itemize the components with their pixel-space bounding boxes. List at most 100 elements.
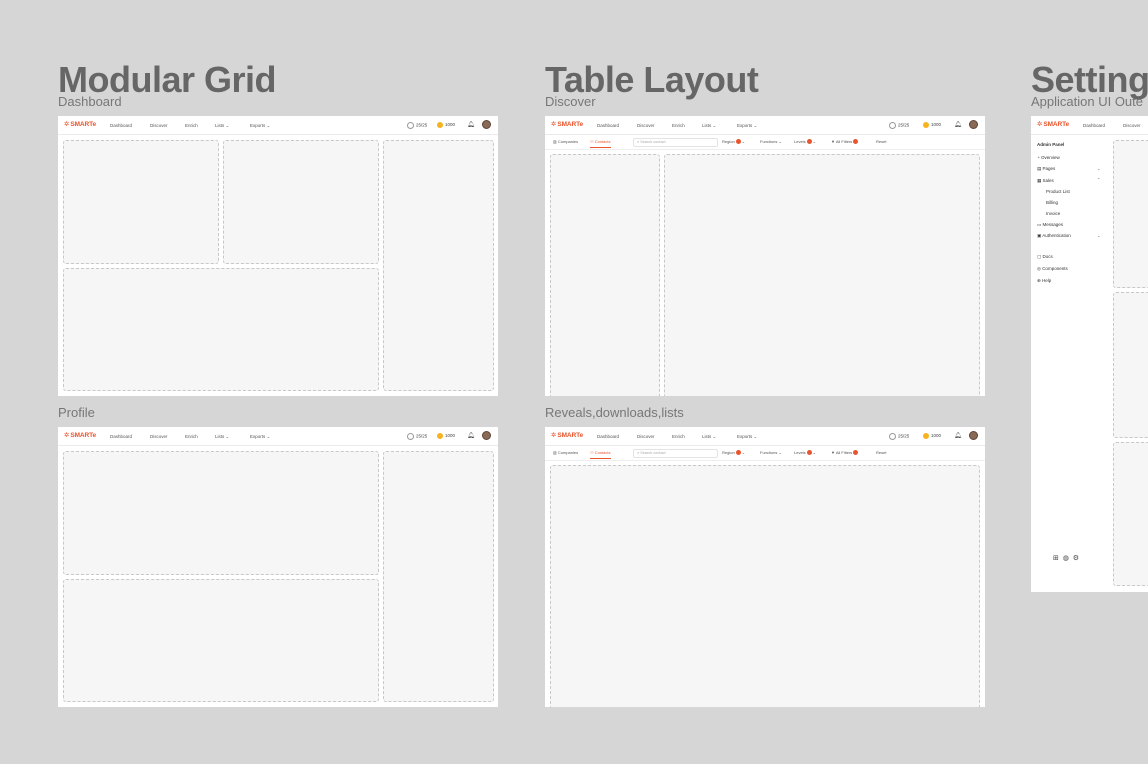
avatar[interactable] bbox=[969, 431, 978, 440]
globe-icon[interactable]: ◍ bbox=[1063, 555, 1069, 562]
sidebar-item-billing[interactable]: Billing bbox=[1046, 200, 1058, 205]
smarte-logo[interactable]: ✲SMARTe bbox=[64, 431, 96, 439]
tab-companies-label: Companies bbox=[557, 450, 579, 455]
profile-frame: ✲SMARTe Dashboard Discover Enrich Lists … bbox=[58, 427, 498, 707]
nav-dashboard[interactable]: Dashboard bbox=[110, 434, 132, 439]
filter-levels[interactable]: Levels ⌄ bbox=[794, 450, 816, 456]
sidebar-item-docs-label: Docs bbox=[1042, 254, 1053, 259]
section-title-setting: Setting bbox=[1031, 59, 1148, 100]
smarte-logo[interactable]: ✲SMARTe bbox=[551, 120, 583, 128]
section-subtitle-application: Application UI Oute bbox=[1031, 94, 1144, 109]
search-placeholder: Search contact bbox=[640, 451, 666, 455]
sidebar-item-sales[interactable]: ▦ Sales bbox=[1037, 178, 1054, 184]
tab-contacts-label: Contacts bbox=[594, 450, 611, 455]
tab-companies[interactable]: ▥ Companies bbox=[553, 139, 578, 144]
top-navbar: ✲SMARTe Dashboard Discover bbox=[1031, 116, 1148, 135]
grid-panel-2 bbox=[223, 140, 379, 264]
nav-lists[interactable]: Lists ⌄ bbox=[702, 434, 716, 440]
search-input[interactable]: ⌕ Search contact bbox=[633, 449, 718, 458]
nav-enrich[interactable]: Enrich bbox=[185, 123, 198, 128]
credits-right-value: 1000 bbox=[931, 433, 942, 439]
sidebar-item-messages[interactable]: ▭ Messages bbox=[1037, 222, 1063, 228]
sidebar-item-pages[interactable]: ▤ Pages bbox=[1037, 166, 1055, 172]
nav-enrich[interactable]: Enrich bbox=[185, 434, 198, 439]
discover-frame: ✲SMARTe Dashboard Discover Enrich Lists … bbox=[545, 116, 985, 396]
filter-region-badge bbox=[735, 450, 741, 456]
sidebar-item-components[interactable]: ◎ Components bbox=[1037, 266, 1068, 272]
profile-panel-side bbox=[383, 451, 494, 702]
avatar[interactable] bbox=[482, 431, 491, 440]
search-placeholder: Search contact bbox=[640, 140, 666, 144]
bell-icon[interactable]: 🔔︎ bbox=[954, 121, 962, 128]
chevron-up-icon[interactable]: ⌃ bbox=[1097, 177, 1100, 182]
credits-right-value: 1000 bbox=[445, 122, 456, 128]
smarte-logo[interactable]: ✲SMARTe bbox=[551, 431, 583, 439]
tab-contacts[interactable]: ⚇ Contacts bbox=[590, 139, 611, 148]
credits-left-value: 25/25 bbox=[898, 122, 910, 128]
nav-lists[interactable]: Lists ⌄ bbox=[702, 123, 716, 129]
reset-button[interactable]: Reset bbox=[876, 139, 886, 144]
settings-frame: ✲SMARTe Dashboard Discover Admin Panel ◔… bbox=[1031, 116, 1148, 592]
filter-levels-badge bbox=[806, 139, 812, 145]
avatar[interactable] bbox=[482, 120, 491, 129]
filter-all[interactable]: ▼ All Filters bbox=[831, 450, 859, 456]
nav-exports[interactable]: Exports ⌄ bbox=[737, 434, 757, 440]
nav-dashboard[interactable]: Dashboard bbox=[597, 434, 619, 439]
bell-icon[interactable]: 🔔︎ bbox=[954, 432, 962, 439]
credits-right-value: 1000 bbox=[445, 433, 456, 439]
sidebar-item-product-list[interactable]: Product List bbox=[1046, 189, 1070, 194]
chevron-down-icon[interactable]: ⌄ bbox=[1097, 166, 1100, 171]
chevron-down-icon[interactable]: ⌄ bbox=[1097, 233, 1100, 238]
filter-all[interactable]: ▼ All Filters bbox=[831, 139, 859, 145]
filter-functions[interactable]: Functions ⌄ bbox=[760, 450, 782, 455]
filter-levels[interactable]: Levels ⌄ bbox=[794, 139, 816, 145]
sidebar-item-overview-label: Overview bbox=[1040, 155, 1060, 160]
coin-credits: 1000 bbox=[437, 433, 455, 439]
nav-discover[interactable]: Discover bbox=[1123, 123, 1141, 128]
search-input[interactable]: ⌕ Search contact bbox=[633, 138, 718, 147]
reset-button[interactable]: Reset bbox=[876, 450, 886, 455]
sidebar-item-docs[interactable]: ▢ Docs bbox=[1037, 254, 1053, 260]
nav-exports[interactable]: Exports ⌄ bbox=[250, 434, 270, 440]
nav-enrich[interactable]: Enrich bbox=[672, 123, 685, 128]
avatar[interactable] bbox=[969, 120, 978, 129]
bell-icon[interactable]: 🔔︎ bbox=[467, 121, 475, 128]
tab-contacts[interactable]: ⚇ Contacts bbox=[590, 450, 611, 459]
logo-mark-icon: ✲ bbox=[551, 121, 557, 128]
nav-discover[interactable]: Discover bbox=[150, 434, 168, 439]
nav-dashboard[interactable]: Dashboard bbox=[1083, 123, 1105, 128]
nav-discover[interactable]: Discover bbox=[637, 123, 655, 128]
filter-region[interactable]: Region ⌄ bbox=[722, 139, 745, 145]
grid-panel-side bbox=[383, 140, 494, 391]
dashboard-frame: ✲SMARTe Dashboard Discover Enrich Lists … bbox=[58, 116, 498, 396]
settings-panel-1 bbox=[1113, 140, 1148, 288]
sidebar-item-authentication[interactable]: ▣ Authentication bbox=[1037, 233, 1071, 239]
nav-enrich[interactable]: Enrich bbox=[672, 434, 685, 439]
section-label-reveals: Reveals,downloads,lists bbox=[545, 405, 684, 420]
filter-levels-badge bbox=[806, 450, 812, 456]
tab-companies[interactable]: ▥ Companies bbox=[553, 450, 578, 455]
credits-left-value: 25/25 bbox=[898, 433, 910, 439]
settings-panel-2 bbox=[1113, 292, 1148, 438]
nav-exports[interactable]: Exports ⌄ bbox=[737, 123, 757, 129]
gear-icon[interactable]: ⚙ bbox=[1073, 555, 1079, 562]
nav-dashboard[interactable]: Dashboard bbox=[597, 123, 619, 128]
smarte-logo[interactable]: ✲SMARTe bbox=[1037, 120, 1069, 128]
filter-all-label: All Filters bbox=[835, 450, 853, 455]
nav-discover[interactable]: Discover bbox=[637, 434, 655, 439]
smarte-logo[interactable]: ✲SMARTe bbox=[64, 120, 96, 128]
bell-icon[interactable]: 🔔︎ bbox=[467, 432, 475, 439]
grid-icon[interactable]: ⊞ bbox=[1053, 555, 1059, 562]
filter-region[interactable]: Region ⌄ bbox=[722, 450, 745, 456]
filter-functions[interactable]: Functions ⌄ bbox=[760, 139, 782, 144]
nav-dashboard[interactable]: Dashboard bbox=[110, 123, 132, 128]
section-subtitle-dashboard: Dashboard bbox=[58, 94, 122, 109]
nav-lists[interactable]: Lists ⌄ bbox=[215, 434, 229, 440]
sidebar-item-help[interactable]: ⊕ Help bbox=[1037, 278, 1051, 284]
nav-lists[interactable]: Lists ⌄ bbox=[215, 123, 229, 129]
sidebar-item-overview[interactable]: ◔ Overview bbox=[1037, 155, 1060, 160]
nav-exports[interactable]: Exports ⌄ bbox=[250, 123, 270, 129]
coin-credits: 1000 bbox=[437, 122, 455, 128]
sidebar-item-invoice[interactable]: Invoice bbox=[1046, 211, 1060, 216]
nav-discover[interactable]: Discover bbox=[150, 123, 168, 128]
